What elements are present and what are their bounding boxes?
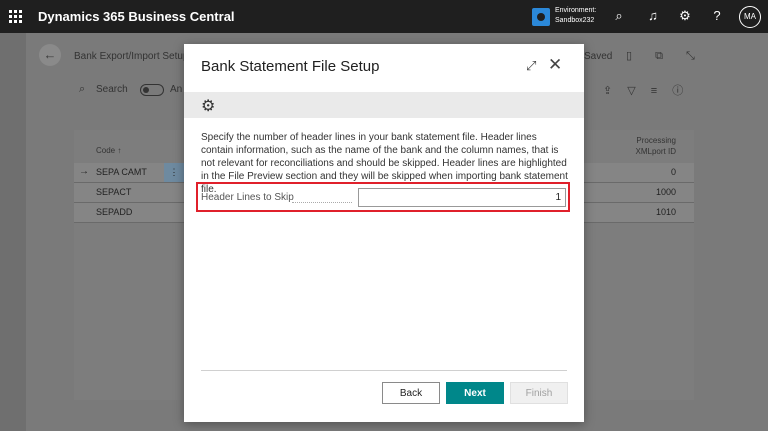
- environment-icon[interactable]: [532, 8, 550, 26]
- search-button[interactable]: Search: [96, 84, 128, 95]
- column-header-code[interactable]: Code ↑: [96, 146, 121, 155]
- list-actions-icons[interactable]: ⇪ ▽ ≡ ⓘ: [603, 82, 689, 98]
- environment-info[interactable]: Environment: Sandbox232: [555, 6, 596, 26]
- finish-button[interactable]: Finish: [510, 382, 568, 404]
- row-code: SEPACT: [96, 187, 132, 197]
- row-menu-icon[interactable]: ⋮: [164, 163, 184, 182]
- avatar[interactable]: MA: [739, 6, 761, 28]
- column-header-processing[interactable]: Processing XMLport ID: [630, 135, 676, 157]
- environment-label: Environment:: [555, 7, 597, 14]
- app-bar: Dynamics 365 Business Central Environmen…: [0, 0, 768, 33]
- page-actions-icons[interactable]: ▯ ⧉ ⤡: [626, 49, 705, 63]
- row-processing: 1010: [655, 207, 676, 217]
- dialog-title: Bank Statement File Setup: [201, 58, 380, 75]
- row-code: SEPA CAMT: [96, 167, 147, 177]
- back-arrow-icon[interactable]: ←: [39, 44, 61, 66]
- divider: [201, 370, 567, 371]
- header-lines-label: Header Lines to Skip: [201, 192, 294, 203]
- header-lines-input[interactable]: [358, 188, 566, 207]
- analyze-label: An: [170, 84, 183, 95]
- saved-status: Saved: [584, 51, 613, 62]
- current-row-arrow-icon: →: [79, 166, 89, 177]
- next-button[interactable]: Next: [446, 382, 504, 404]
- bell-icon[interactable]: ♫: [645, 8, 661, 24]
- search-icon[interactable]: ⌕: [79, 83, 85, 96]
- analyze-toggle[interactable]: [140, 84, 164, 96]
- app-launcher-icon[interactable]: [9, 10, 22, 23]
- back-button[interactable]: Back: [382, 382, 440, 404]
- row-processing: 1000: [655, 187, 676, 197]
- row-code: SEPADD: [96, 207, 133, 217]
- bank-statement-setup-dialog: Bank Statement File Setup ⤢ ✕ ⚙ Specify …: [184, 44, 584, 422]
- dialog-action-bar: [184, 92, 584, 118]
- field-leader-dots: [292, 192, 352, 203]
- expand-icon[interactable]: ⤢: [526, 58, 536, 74]
- app-title: Dynamics 365 Business Central: [38, 9, 235, 24]
- search-icon[interactable]: ⌕: [611, 8, 627, 24]
- close-icon[interactable]: ✕: [548, 55, 562, 75]
- gear-icon[interactable]: ⚙: [201, 96, 215, 116]
- row-processing: 0: [670, 167, 676, 177]
- gear-icon[interactable]: ⚙: [677, 8, 693, 24]
- environment-name: Sandbox232: [555, 17, 595, 24]
- page-title: Bank Export/Import Setup: [74, 51, 189, 62]
- help-icon[interactable]: ?: [709, 8, 725, 24]
